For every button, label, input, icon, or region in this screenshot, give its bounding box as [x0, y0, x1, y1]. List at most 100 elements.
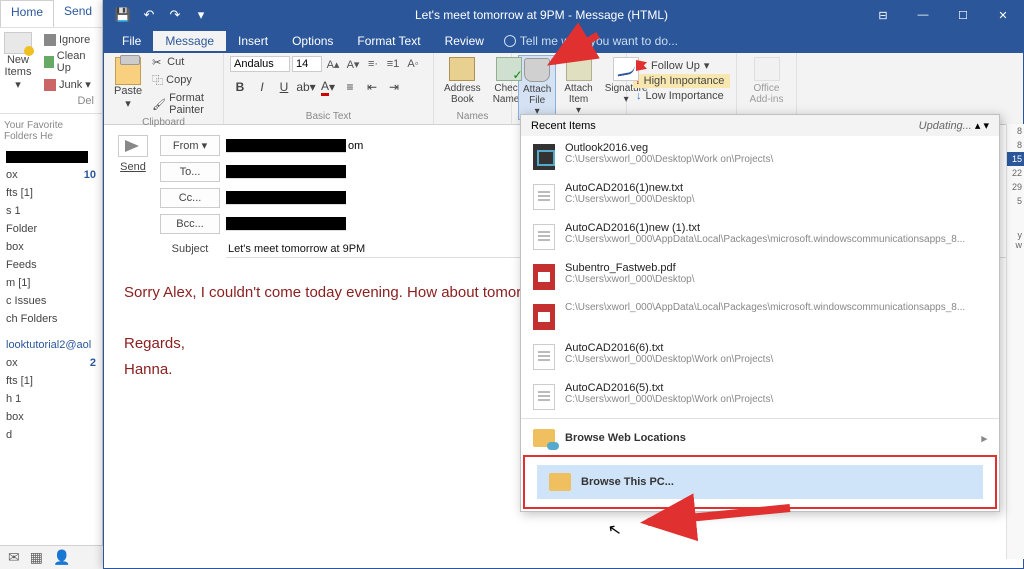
- nav-item[interactable]: c Issues: [0, 292, 102, 310]
- recent-file-item[interactable]: AutoCAD2016(1)new.txtC:\Users\xworl_000\…: [521, 176, 999, 216]
- paste-icon: [115, 57, 141, 85]
- qat-redo-icon[interactable]: ↷: [164, 4, 186, 26]
- nav-item[interactable]: ch Folders: [0, 310, 102, 328]
- qat-undo-icon[interactable]: ↶: [138, 4, 160, 26]
- folder-nav[interactable]: xxxx ox 10 fts [1] s 1 Folder box Feeds …: [0, 148, 102, 444]
- recent-files-list[interactable]: Outlook2016.vegC:\Users\xworl_000\Deskto…: [521, 136, 999, 416]
- recent-file-item[interactable]: AutoCAD2016(6).txtC:\Users\xworl_000\Des…: [521, 336, 999, 376]
- clipboard-group-label: Clipboard: [110, 117, 217, 130]
- ignore-button[interactable]: Ignore: [40, 32, 98, 48]
- recent-file-item[interactable]: AutoCAD2016(1)new (1).txtC:\Users\xworl_…: [521, 216, 999, 256]
- minimize-button[interactable]: —: [903, 1, 943, 29]
- italic-button[interactable]: I: [252, 77, 272, 97]
- ribbon-options-icon[interactable]: ⊟: [863, 1, 903, 29]
- nav-item[interactable]: s 1: [0, 202, 102, 220]
- address-book-button[interactable]: Address Book: [440, 55, 485, 107]
- qat-save-icon[interactable]: 💾: [112, 4, 134, 26]
- font-size-selector[interactable]: 14: [292, 56, 322, 72]
- tab-review[interactable]: Review: [433, 31, 496, 51]
- highlight-button[interactable]: ab▾: [296, 77, 316, 97]
- window-title: Let's meet tomorrow at 9PM - Message (HT…: [220, 8, 863, 22]
- nav-item[interactable]: m [1]: [0, 274, 102, 292]
- shrink-font-button[interactable]: A▾: [344, 55, 362, 73]
- cleanup-button[interactable]: Clean Up: [40, 48, 98, 76]
- annotation-arrow-1: [548, 30, 608, 75]
- delete-group-label: Del: [40, 93, 98, 109]
- nav-item[interactable]: h 1: [0, 390, 102, 408]
- numbering-button[interactable]: ≡1: [384, 55, 402, 73]
- nav-inbox[interactable]: ox 10: [0, 166, 102, 184]
- nav-account-2[interactable]: looktutorial2@aol: [0, 336, 102, 354]
- close-button[interactable]: ✕: [983, 1, 1023, 29]
- paste-button[interactable]: Paste ▾: [110, 55, 146, 117]
- cut-button[interactable]: ✂Cut: [150, 55, 217, 69]
- cc-button[interactable]: Cc...: [160, 188, 220, 208]
- recent-file-item[interactable]: C:\Users\xworl_000\AppData\Local\Package…: [521, 296, 999, 336]
- recent-file-item[interactable]: AutoCAD2016(5).txtC:\Users\xworl_000\Des…: [521, 376, 999, 416]
- reading-pane-sliver: 881522295y w: [1006, 124, 1024, 559]
- to-value[interactable]: [226, 165, 346, 179]
- bold-button[interactable]: B: [230, 77, 250, 97]
- align-button[interactable]: ≡: [340, 77, 360, 97]
- flag-icon: [636, 60, 647, 71]
- file-name: AutoCAD2016(6).txt: [565, 342, 987, 354]
- from-button[interactable]: From ▾: [160, 135, 220, 156]
- mail-view-icon[interactable]: ✉: [8, 549, 20, 566]
- file-type-icon: [533, 344, 555, 370]
- nav-item[interactable]: Feeds: [0, 256, 102, 274]
- to-button[interactable]: To...: [160, 162, 220, 182]
- nav-acct-redacted: xxxx: [0, 148, 102, 166]
- send-button[interactable]: Send: [120, 161, 146, 173]
- bullets-button[interactable]: ≡·: [364, 55, 382, 73]
- outdent-button[interactable]: ⇤: [362, 77, 382, 97]
- nav-item[interactable]: fts [1]: [0, 372, 102, 390]
- nav-item[interactable]: d: [0, 426, 102, 444]
- clear-fmt-button[interactable]: A◦: [404, 55, 422, 73]
- copy-button[interactable]: ⿻Copy: [150, 71, 217, 89]
- new-items-button[interactable]: New Items ▾: [0, 28, 36, 113]
- people-view-icon[interactable]: 👤: [53, 549, 70, 566]
- qat-customize-icon[interactable]: ▾: [190, 4, 212, 26]
- browse-this-pc[interactable]: Browse This PC...: [537, 465, 983, 499]
- main-tab-home[interactable]: Home: [0, 0, 54, 27]
- brush-icon: 🖌: [152, 98, 166, 111]
- subject-label: Subject: [160, 240, 220, 258]
- indent-button[interactable]: ⇥: [384, 77, 404, 97]
- recent-file-item[interactable]: Outlook2016.vegC:\Users\xworl_000\Deskto…: [521, 136, 999, 176]
- junk-button[interactable]: Junk ▾: [40, 76, 98, 93]
- tab-options[interactable]: Options: [280, 31, 345, 51]
- tab-file[interactable]: File: [110, 31, 153, 51]
- format-painter-button[interactable]: 🖌Format Painter: [150, 91, 217, 117]
- maximize-button[interactable]: ☐: [943, 1, 983, 29]
- nav-drafts[interactable]: fts [1]: [0, 184, 102, 202]
- down-arrow-icon: ↓: [636, 90, 642, 102]
- tab-insert[interactable]: Insert: [226, 31, 280, 51]
- high-importance-button[interactable]: !High Importance: [633, 74, 730, 88]
- address-book-icon: [449, 57, 475, 81]
- follow-up-button[interactable]: Follow Up ▾: [633, 58, 730, 73]
- calendar-view-icon[interactable]: ▦: [30, 549, 43, 566]
- cc-value[interactable]: [226, 191, 346, 205]
- addins-icon: [754, 57, 780, 81]
- nav-item[interactable]: box: [0, 408, 102, 426]
- tab-format-text[interactable]: Format Text: [345, 31, 432, 51]
- underline-button[interactable]: U: [274, 77, 294, 97]
- titlebar: 💾 ↶ ↷ ▾ Let's meet tomorrow at 9PM - Mes…: [104, 1, 1023, 29]
- nav-item[interactable]: Folder: [0, 220, 102, 238]
- nav-item[interactable]: box: [0, 238, 102, 256]
- grow-font-button[interactable]: A▴: [324, 55, 342, 73]
- nav-inbox-2[interactable]: ox 2: [0, 354, 102, 372]
- tab-message[interactable]: Message: [153, 31, 226, 51]
- font-selector[interactable]: Andalus: [230, 56, 290, 72]
- browse-web-locations[interactable]: Browse Web Locations ▸: [521, 421, 999, 455]
- file-name: AutoCAD2016(5).txt: [565, 382, 987, 394]
- file-path: C:\Users\xworl_000\Desktop\: [565, 194, 987, 205]
- font-color-button[interactable]: A▾: [318, 77, 338, 97]
- office-addins-button[interactable]: Office Add-ins: [743, 55, 790, 107]
- recent-file-item[interactable]: Subentro_Fastweb.pdfC:\Users\xworl_000\D…: [521, 256, 999, 296]
- bcc-value[interactable]: [226, 217, 346, 231]
- bcc-button[interactable]: Bcc...: [160, 214, 220, 234]
- low-importance-button[interactable]: ↓Low Importance: [633, 89, 730, 103]
- updating-label: Updating...: [919, 120, 972, 132]
- main-tab-send[interactable]: Send: [54, 0, 102, 27]
